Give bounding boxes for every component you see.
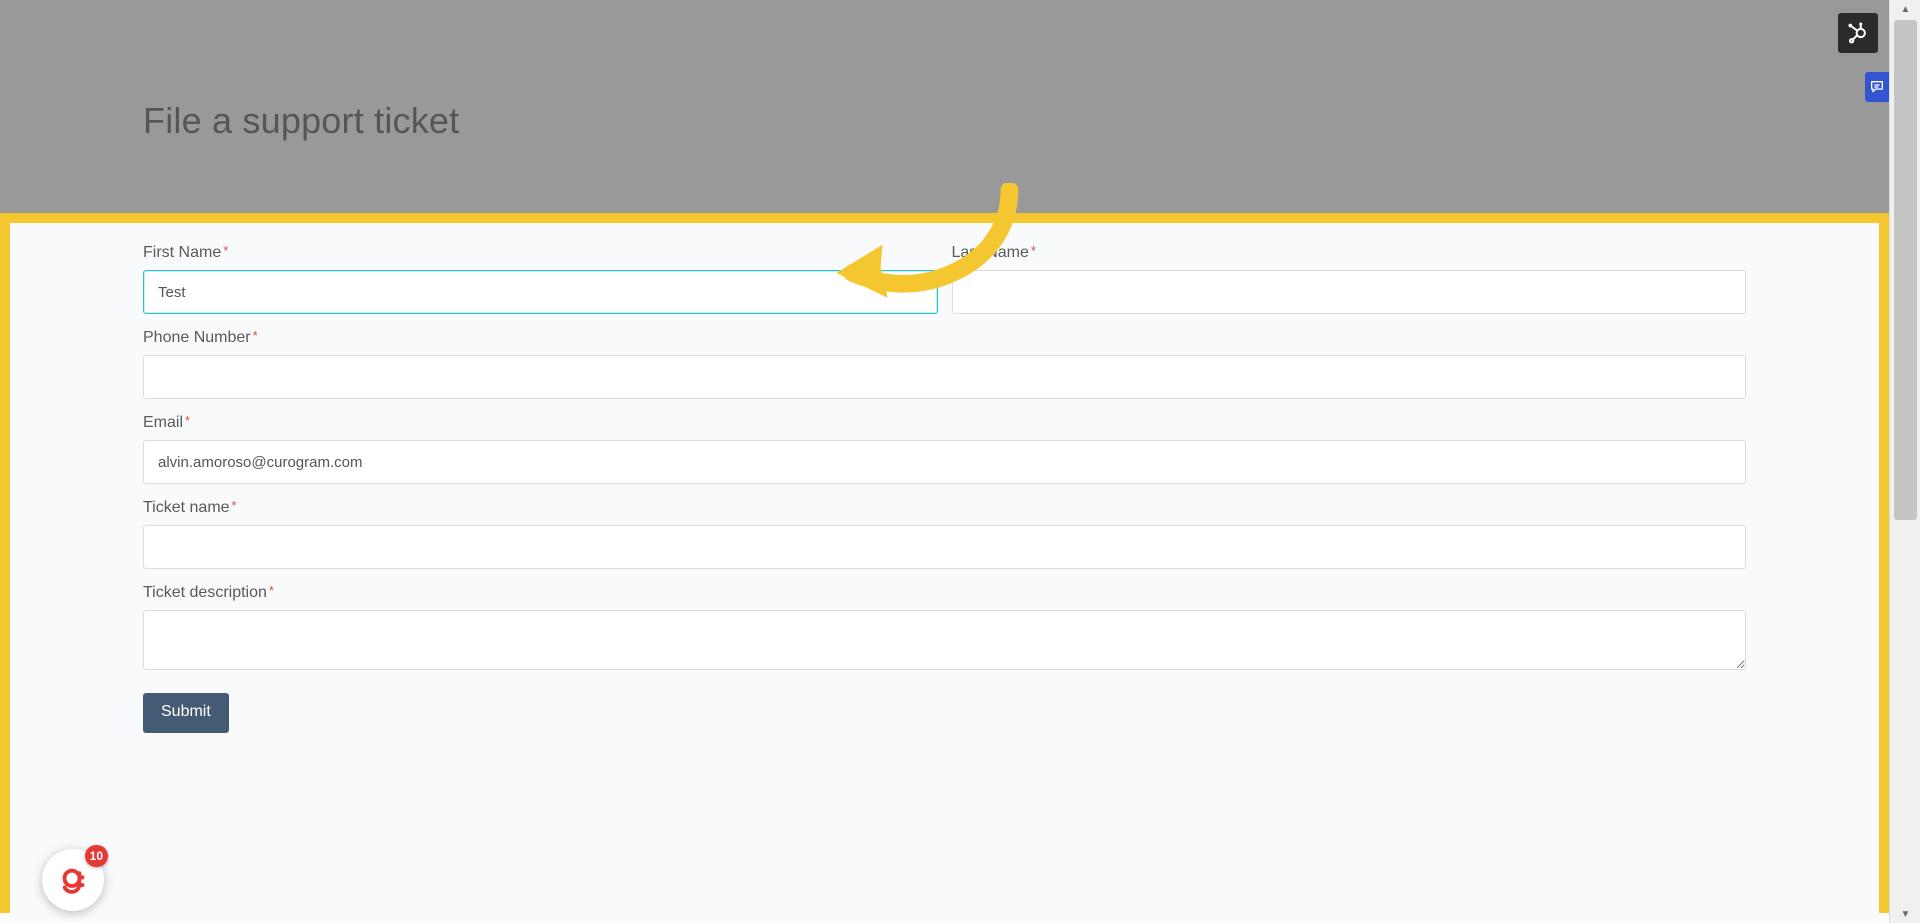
required-asterisk: * [269,583,274,598]
scroll-down-icon[interactable]: ▼ [1890,905,1920,923]
phone-label-text: Phone Number [143,329,251,346]
scrollbar-thumb[interactable] [1894,20,1917,520]
g-widget[interactable]: 10 [42,849,104,911]
last-name-label: Last Name* [952,244,1747,262]
ticket-description-label: Ticket description* [143,584,1746,602]
email-input[interactable] [143,440,1746,484]
submit-button[interactable]: Submit [143,693,229,733]
last-name-label-text: Last Name [952,244,1029,261]
scroll-up-icon[interactable]: ▲ [1890,0,1920,18]
field-last-name: Last Name* [952,232,1747,314]
field-first-name: First Name* [143,232,938,314]
required-asterisk: * [185,413,190,428]
field-phone: Phone Number* [143,317,1746,399]
page-title: File a support ticket [143,100,459,142]
vertical-scrollbar[interactable]: ▲ ▼ [1889,0,1920,923]
ticket-description-input[interactable] [143,610,1746,670]
field-email: Email* [143,402,1746,484]
g-icon [56,863,90,897]
required-asterisk: * [1031,243,1036,258]
first-name-label: First Name* [143,244,938,262]
required-asterisk: * [253,328,258,343]
support-form-area: First Name* Last Name* Phone Number* Ema… [10,223,1879,923]
ticket-name-label-text: Ticket name [143,499,230,516]
phone-label: Phone Number* [143,329,1746,347]
support-form: First Name* Last Name* Phone Number* Ema… [10,223,1879,733]
last-name-input[interactable] [952,270,1747,314]
first-name-label-text: First Name [143,244,221,261]
hubspot-icon[interactable] [1838,13,1878,53]
first-name-input[interactable] [143,270,938,314]
email-label-text: Email [143,414,183,431]
required-asterisk: * [223,243,228,258]
ticket-name-label: Ticket name* [143,499,1746,517]
ticket-description-label-text: Ticket description [143,584,267,601]
chat-icon[interactable] [1865,72,1889,102]
email-label: Email* [143,414,1746,432]
field-ticket-name: Ticket name* [143,487,1746,569]
row-names: First Name* Last Name* [143,232,1746,317]
g-widget-badge: 10 [85,845,108,867]
ticket-name-input[interactable] [143,525,1746,569]
required-asterisk: * [232,498,237,513]
field-ticket-description: Ticket description* [143,572,1746,670]
phone-input[interactable] [143,355,1746,399]
viewport: File a support ticket First Name* Last N… [0,0,1920,923]
